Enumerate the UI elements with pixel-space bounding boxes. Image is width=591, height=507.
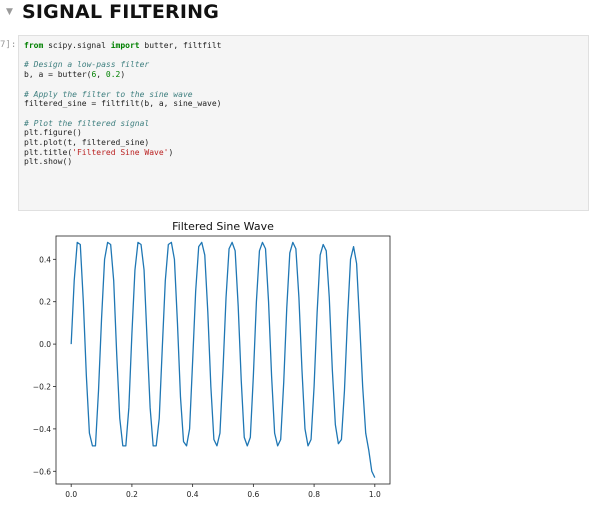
code-line: plt.show() (24, 157, 222, 167)
code-token: plt.plot(t, filtered_sine) (24, 138, 150, 148)
code-line: # Plot the filtered signal (24, 119, 222, 129)
y-tick-label: 0.2 (39, 298, 51, 307)
x-tick-label: 0.8 (308, 490, 320, 499)
code-token: b, a (24, 70, 49, 80)
x-tick-label: 0.6 (247, 490, 259, 499)
output-figure: Filtered Sine Wave 0.0 0.2 0.4 0.6 0.8 1.0 0.4 0… (18, 216, 398, 506)
code-token: ) (168, 147, 174, 157)
code-token: ) (120, 70, 126, 80)
code-token: butter( (52, 70, 92, 80)
y-tick-label: 0.0 (39, 340, 51, 349)
y-tick-label: −0.6 (33, 467, 51, 476)
x-tick-label: 0.2 (126, 490, 138, 499)
code-token: plt.figure() (24, 128, 82, 138)
code-line: plt.plot(t, filtered_sine) (24, 138, 222, 148)
code-token: plt.show() (24, 157, 73, 167)
cell-prompt: 7]: (0, 40, 17, 50)
code-token: butter, filtfilt (139, 41, 222, 50)
x-tick-label: 0.0 (65, 490, 77, 499)
series-line (70, 241, 376, 478)
chevron-down-icon[interactable]: ▼ (6, 7, 13, 17)
code-line: plt.title('Filtered Sine Wave') (24, 148, 222, 158)
code-editor[interactable]: from scipy.signal import butter, filtfil… (24, 41, 222, 167)
section-heading-row: ▼ SIGNAL FILTERING (0, 0, 591, 28)
code-line: filtered_sine = filtfilt(b, a, sine_wave… (24, 99, 222, 109)
code-token: import (110, 41, 140, 50)
y-tick-label: 0.4 (39, 255, 51, 264)
y-tick-label: −0.2 (33, 382, 51, 391)
section-title: SIGNAL FILTERING (22, 1, 220, 23)
code-token: from (24, 41, 44, 50)
code-line: # Apply the filter to the sine wave (24, 90, 222, 100)
code-token: , (96, 70, 106, 80)
code-token: 0.2 (105, 70, 121, 80)
code-line: plt.figure() (24, 128, 222, 138)
code-line: b, a = butter(6, 0.2) (24, 70, 222, 80)
code-token: 'Filtered Sine Wave' (72, 147, 169, 157)
code-token: plt.title( (24, 147, 73, 157)
code-token: filtered_sine = filtfilt(b, a, sine_wave… (24, 99, 222, 109)
code-token: # Design a low-pass filter (24, 60, 150, 70)
code-token: # Apply the filter to the sine wave (24, 89, 193, 99)
code-cell[interactable]: from scipy.signal import butter, filtfil… (18, 35, 589, 211)
line-chart: Filtered Sine Wave 0.0 0.2 0.4 0.6 0.8 1.0 0.4 0… (33, 220, 391, 499)
y-tick-label: −0.4 (33, 425, 51, 434)
chart-title: Filtered Sine Wave (172, 220, 274, 233)
x-tick-label: 0.4 (187, 490, 199, 499)
code-line: from scipy.signal import butter, filtfil… (24, 41, 222, 51)
code-token: # Plot the filtered signal (24, 118, 150, 128)
code-token: scipy.signal (43, 41, 111, 50)
code-line: # Design a low-pass filter (24, 60, 222, 70)
x-tick-label: 1.0 (369, 490, 381, 499)
